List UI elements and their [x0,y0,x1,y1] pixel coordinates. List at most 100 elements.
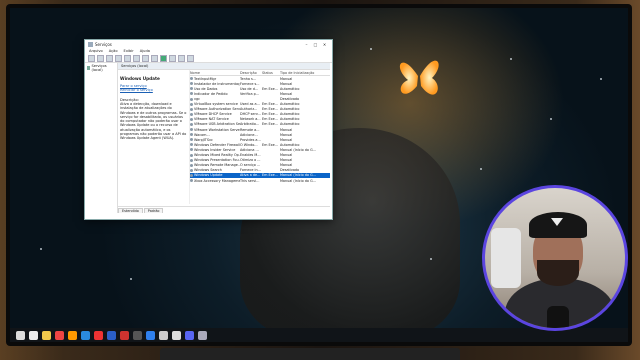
service-name-text: Windows Update [194,173,223,178]
service-name-text: Xbox Accessory Manageme... [194,178,240,183]
chrome-icon[interactable] [55,330,64,340]
service-startup-type: Desativado [280,97,300,102]
stop-icon[interactable] [169,54,176,62]
menu-help[interactable]: Ajuda [140,49,150,53]
table-row[interactable]: VirtualBox system service Used as a... Em … [190,102,330,107]
service-startup-type: Automático [280,112,300,117]
service-description: O serviço ... [240,163,261,168]
table-row[interactable]: Windows Mixed Reality Op... Enables M... M… [190,153,330,158]
window-title: Serviços [95,41,112,47]
service-startup-type: Manual (Início do G... [280,173,316,178]
close-icon[interactable]: ✕ [320,42,329,47]
word-icon[interactable] [107,330,116,340]
vscode-icon[interactable] [146,330,155,340]
service-name: Instalador de instrumentação... [190,82,240,86]
table-row[interactable]: VMware DHCP Service DHCP serv... Em Exe...… [190,112,330,117]
file-explorer-icon[interactable] [42,330,51,340]
menu-view[interactable]: Exibir [124,49,134,53]
service-description: This servi... [240,178,260,183]
service-status: Em Exe... [262,102,278,107]
service-name-text: Windows Mixed Reality Op... [194,153,240,158]
table-row[interactable]: VMware NAT Service Network a... Em Exe... A… [190,117,330,122]
restart-service-link[interactable]: Reiniciar o serviço [120,88,187,92]
service-name: vgc [190,97,240,101]
service-name: Windows Search [190,168,240,172]
start-icon[interactable] [160,54,167,62]
table-row[interactable]: Windows Update Ativa a de... Em Exe... Manu… [190,172,330,178]
table-row[interactable]: Uso de Dados Uso de d... Em Exe... Automáti… [190,86,330,91]
pause-icon[interactable] [178,54,185,62]
music-icon[interactable] [120,330,129,340]
tab-standard[interactable]: Padrão [143,207,164,213]
table-row[interactable]: VMware Authorization Serv... Authoriz... E… [190,107,330,112]
service-description: Used as a... [240,102,260,107]
table-row[interactable]: Instalador de instrumentação...Fornece s… [190,81,330,86]
export-icon[interactable] [133,54,140,62]
pen-icon[interactable] [159,330,168,340]
service-title: Windows Update [120,76,160,81]
obs-icon[interactable] [133,330,142,340]
title-bar: Serviços – □ ✕ [85,40,332,48]
service-startup-type: Automático [280,122,300,127]
edge-icon[interactable] [81,330,90,340]
gear-icon [87,66,91,70]
firefox-icon[interactable] [68,330,77,340]
content-pane: Serviços (local) Windows Update Parar o … [118,63,330,213]
service-name: VMware NAT Service [190,117,240,121]
table-row[interactable]: Windows Defender Firewall O Windo... Em Ex… [190,142,330,147]
table-row[interactable]: Windows Remote Manage... O serviço ... Man… [190,163,330,168]
refresh-icon[interactable] [124,54,131,62]
discord-icon[interactable] [185,330,194,340]
service-startup-type: Automático [280,142,300,147]
table-row[interactable]: Windows Presentation Fou... Otimiza o ...… [190,158,330,163]
list-icon[interactable] [115,54,122,62]
windows-icon[interactable] [16,330,25,340]
service-name: Windows Presentation Fou... [190,158,240,162]
table-row[interactable]: VMware Workstation Server Remote a... Manu… [190,127,330,132]
description-panel: Windows Update Parar o serviço Reiniciar… [118,70,190,204]
minimize-icon[interactable]: – [302,42,311,47]
service-name: VMware DHCP Service [190,112,240,116]
properties-icon[interactable] [151,54,158,62]
table-row[interactable]: Indicador de Pedido Verifica p... Manual [190,91,330,96]
table-row[interactable]: Wacom... Adicione... Manual [190,132,330,137]
back-icon[interactable] [88,54,95,62]
nav-item-services-local[interactable]: Serviços (local) [85,63,117,73]
gear-icon [190,128,193,132]
service-startup-type: Manual [280,153,293,158]
table-row[interactable]: TextInputMgr Tenha s... Manual [190,76,330,81]
service-description: Fornece in... [240,168,261,173]
column-name[interactable]: Nome [190,71,240,75]
service-description: Adicione... [240,132,258,137]
column-startup-type[interactable]: Tipo de Inicialização [280,71,328,75]
service-name-text: Windows Remote Manage... [194,163,240,168]
table-row[interactable]: Windows Insider Service Adiciona ... Manua… [190,147,330,152]
search-icon[interactable] [29,330,38,340]
services-icon[interactable] [198,330,207,340]
app-icon[interactable] [94,330,103,340]
menu-action[interactable]: Ação [109,49,118,53]
service-startup-type: Desativado [280,168,300,173]
column-status[interactable]: Status [262,71,280,75]
cap [529,212,587,238]
settings-icon[interactable] [172,330,181,340]
table-row[interactable]: VMware USB Arbitration Ser... Arbitratio.… [190,122,330,127]
tab-extended[interactable]: Estendido [118,207,143,213]
service-description: Verifica p... [240,91,260,96]
service-startup-type: Automático [280,107,300,112]
menu-file[interactable]: Arquivo [89,49,103,53]
column-description[interactable]: Descrição [240,71,262,75]
gear-icon [190,97,193,101]
gear-icon [190,153,193,157]
restart-icon[interactable] [187,54,194,62]
table-row[interactable]: Xbox Accessory Manageme... This servi... M… [190,178,330,183]
table-row[interactable]: Windows Search Fornece in... Desativado [190,168,330,173]
table-row[interactable]: WarpJITSvc Provides a... Manual [190,137,330,142]
maximize-icon[interactable]: □ [311,42,320,47]
service-description: Adiciona ... [240,147,259,152]
service-name: Xbox Accessory Manageme... [190,179,240,183]
tree-icon[interactable] [106,54,113,62]
gear-icon [190,102,193,106]
forward-icon[interactable] [97,54,104,62]
help-icon[interactable] [142,54,149,62]
